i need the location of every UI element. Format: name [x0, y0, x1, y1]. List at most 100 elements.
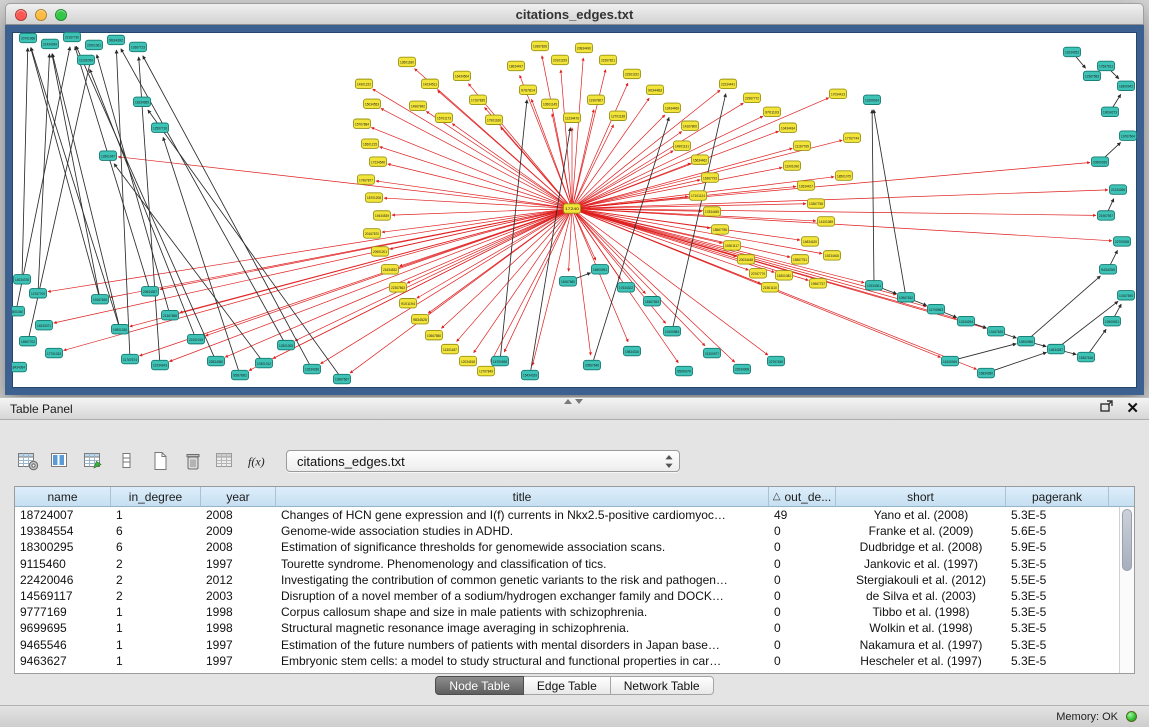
cell-pagerank[interactable]: 5.6E-5: [1006, 523, 1109, 539]
cell-pagerank[interactable]: 5.3E-5: [1006, 588, 1109, 604]
cell-name[interactable]: 9777169: [15, 604, 111, 620]
panel-splitter-grip[interactable]: [563, 399, 583, 406]
cell-in_degree[interactable]: 1: [111, 637, 201, 653]
cell-year[interactable]: 2003: [201, 588, 276, 604]
table-row[interactable]: 977716911998Corpus callosum shape and si…: [15, 604, 1119, 620]
cell-short[interactable]: Wolkin et al. (1998): [836, 620, 1006, 636]
table-row[interactable]: 2242004622012Investigating the contribut…: [15, 572, 1119, 588]
close-window-button[interactable]: [15, 9, 27, 21]
cell-short[interactable]: Hescheler et al. (1997): [836, 653, 1006, 669]
cell-pagerank[interactable]: 5.3E-5: [1006, 653, 1109, 669]
edit-table-button[interactable]: [80, 448, 108, 475]
cell-out_degree[interactable]: 0: [769, 523, 836, 539]
table-row[interactable]: 911546021997Tourette syndrome. Phenomeno…: [15, 556, 1119, 572]
table-scrollbar[interactable]: [1119, 507, 1134, 673]
cell-year[interactable]: 2012: [201, 572, 276, 588]
cell-in_degree[interactable]: 1: [111, 507, 201, 523]
cell-out_degree[interactable]: 0: [769, 588, 836, 604]
tab-network-table[interactable]: Network Table: [611, 676, 714, 695]
float-panel-icon[interactable]: [1099, 399, 1114, 419]
table-row[interactable]: 946554611997Estimation of the future num…: [15, 637, 1119, 653]
cell-out_degree[interactable]: 0: [769, 620, 836, 636]
cell-title[interactable]: Genome-wide association studies in ADHD.: [276, 523, 769, 539]
cell-title[interactable]: Tourette syndrome. Phenomenology and cla…: [276, 556, 769, 572]
import-table-button[interactable]: [212, 448, 240, 475]
cell-year[interactable]: 2008: [201, 507, 276, 523]
cell-short[interactable]: Tibbo et al. (1998): [836, 604, 1006, 620]
table-row[interactable]: 1830029562008Estimation of significance …: [15, 539, 1119, 555]
cell-name[interactable]: 9465546: [15, 637, 111, 653]
cell-title[interactable]: Estimation of the future numbers of pati…: [276, 637, 769, 653]
function-builder-button[interactable]: f(x): [245, 448, 273, 475]
cell-title[interactable]: Disruption of a novel member of a sodium…: [276, 588, 769, 604]
cell-name[interactable]: 14569117: [15, 588, 111, 604]
scrollbar-thumb[interactable]: [1122, 509, 1132, 571]
tab-node-table[interactable]: Node Table: [435, 676, 524, 695]
column-header-in_degree[interactable]: in_degree: [111, 487, 201, 506]
column-header-name[interactable]: name: [15, 487, 111, 506]
cell-in_degree[interactable]: 2: [111, 556, 201, 572]
row-selector-button[interactable]: [113, 448, 141, 475]
cell-in_degree[interactable]: 6: [111, 523, 201, 539]
cell-pagerank[interactable]: 5.3E-5: [1006, 620, 1109, 636]
cell-pagerank[interactable]: 5.3E-5: [1006, 556, 1109, 572]
cell-short[interactable]: Franke et al. (2009): [836, 523, 1006, 539]
cell-in_degree[interactable]: 1: [111, 604, 201, 620]
cell-in_degree[interactable]: 1: [111, 653, 201, 669]
table-settings-button[interactable]: [14, 448, 42, 475]
cell-name[interactable]: 9699695: [15, 620, 111, 636]
cell-pagerank[interactable]: 5.3E-5: [1006, 637, 1109, 653]
cell-year[interactable]: 1997: [201, 637, 276, 653]
close-panel-icon[interactable]: ✕: [1126, 401, 1139, 416]
cell-short[interactable]: de Silva et al. (2003): [836, 588, 1006, 604]
cell-name[interactable]: 9463627: [15, 653, 111, 669]
table-row[interactable]: 1938455462009Genome-wide association stu…: [15, 523, 1119, 539]
cell-pagerank[interactable]: 5.9E-5: [1006, 539, 1109, 555]
cell-out_degree[interactable]: 49: [769, 507, 836, 523]
new-file-button[interactable]: [146, 448, 174, 475]
cell-in_degree[interactable]: 6: [111, 539, 201, 555]
network-canvas[interactable]: 1724014301222150345531576788416501215172…: [5, 25, 1144, 395]
cell-short[interactable]: Stergiakouli et al. (2012): [836, 572, 1006, 588]
cell-title[interactable]: Estimation of significance thresholds fo…: [276, 539, 769, 555]
cell-name[interactable]: 19384554: [15, 523, 111, 539]
table-source-dropdown[interactable]: citations_edges.txt: [286, 450, 680, 472]
cell-out_degree[interactable]: 0: [769, 637, 836, 653]
cell-year[interactable]: 1998: [201, 620, 276, 636]
column-header-short[interactable]: short: [836, 487, 1006, 506]
cell-title[interactable]: Structural magnetic resonance image aver…: [276, 620, 769, 636]
cell-in_degree[interactable]: 2: [111, 572, 201, 588]
cell-year[interactable]: 1997: [201, 653, 276, 669]
tab-edge-table[interactable]: Edge Table: [524, 676, 611, 695]
column-header-pagerank[interactable]: pagerank: [1006, 487, 1109, 506]
cell-out_degree[interactable]: 0: [769, 653, 836, 669]
cell-name[interactable]: 22420046: [15, 572, 111, 588]
cell-in_degree[interactable]: 1: [111, 620, 201, 636]
cell-short[interactable]: Yano et al. (2008): [836, 507, 1006, 523]
delete-button[interactable]: [179, 448, 207, 475]
cell-in_degree[interactable]: 2: [111, 588, 201, 604]
cell-title[interactable]: Embryonic stem cells: a model to study s…: [276, 653, 769, 669]
cell-title[interactable]: Changes of HCN gene expression and I(f) …: [276, 507, 769, 523]
cell-out_degree[interactable]: 0: [769, 539, 836, 555]
cell-pagerank[interactable]: 5.3E-5: [1006, 507, 1109, 523]
column-header-out_degree[interactable]: △out_de...: [769, 487, 836, 506]
cell-name[interactable]: 18300295: [15, 539, 111, 555]
cell-name[interactable]: 9115460: [15, 556, 111, 572]
cell-out_degree[interactable]: 0: [769, 572, 836, 588]
cell-pagerank[interactable]: 5.5E-5: [1006, 572, 1109, 588]
table-row[interactable]: 969969511998Structural magnetic resonanc…: [15, 620, 1119, 636]
cell-year[interactable]: 1997: [201, 556, 276, 572]
table-row[interactable]: 1872400712008Changes of HCN gene express…: [15, 507, 1119, 523]
column-header-title[interactable]: title: [276, 487, 769, 506]
table-row[interactable]: 1456911722003Disruption of a novel membe…: [15, 588, 1119, 604]
cell-out_degree[interactable]: 0: [769, 556, 836, 572]
cell-title[interactable]: Investigating the contribution of common…: [276, 572, 769, 588]
minimize-window-button[interactable]: [35, 9, 47, 21]
citation-network-graph[interactable]: 1724014301222150345531576788416501215172…: [12, 32, 1137, 388]
cell-pagerank[interactable]: 5.3E-5: [1006, 604, 1109, 620]
cell-year[interactable]: 1998: [201, 604, 276, 620]
table-row[interactable]: 946362711997Embryonic stem cells: a mode…: [15, 653, 1119, 669]
window-titlebar[interactable]: citations_edges.txt: [5, 3, 1144, 25]
column-header-year[interactable]: year: [201, 487, 276, 506]
